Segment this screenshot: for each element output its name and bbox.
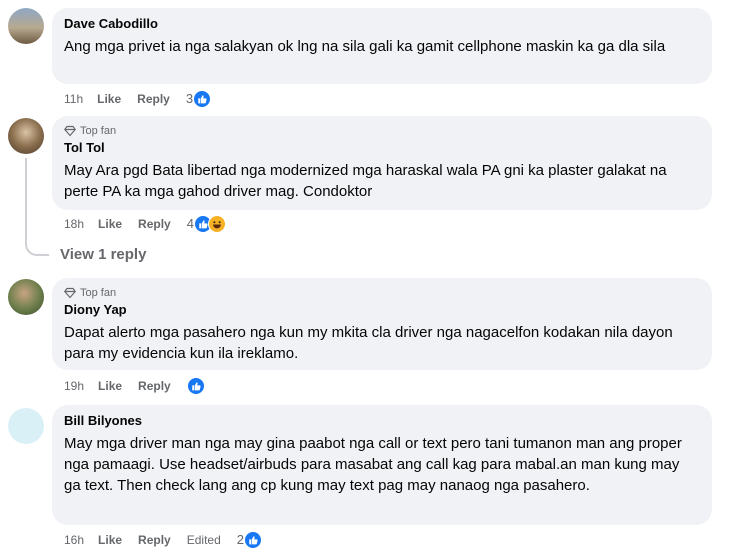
comment-text: Dapat alerto mga pasahero nga kun my mki… [64,324,673,362]
like-icon [186,377,205,395]
comment-actions: 11h Like Reply 3 [64,90,212,108]
reaction-count: 4 [186,216,194,231]
comment-actions: 16h Like Reply Edited 2 [64,531,262,549]
comment-author[interactable]: Bill Bilyones [64,413,700,429]
edited-label: Edited [186,533,221,547]
comment-time[interactable]: 11h [64,91,83,107]
avatar[interactable] [8,279,44,315]
comment-text: Ang mga privet ia nga salakyan ok lng na… [64,38,666,55]
diamond-icon [64,287,76,299]
reply-button[interactable]: Reply [138,378,171,394]
avatar[interactable] [8,8,44,44]
reaction-summary[interactable]: 4 [187,215,226,233]
top-fan-badge: Top fan [64,124,700,138]
top-fan-label: Top fan [80,125,117,137]
like-button[interactable]: Like [98,378,122,394]
reaction-summary[interactable] [186,377,205,395]
avatar[interactable] [8,118,44,154]
comment-author[interactable]: Tol Tol [64,140,700,156]
reaction-count: 3 [185,91,194,106]
top-fan-label: Top fan [80,287,117,299]
comment-actions: 19h Like Reply [64,377,205,395]
comment-bubble: Dave Cabodillo Ang mga privet ia nga sal… [52,8,712,84]
reply-button[interactable]: Reply [137,91,170,107]
comment-author[interactable]: Dave Cabodillo [64,16,700,32]
reaction-summary[interactable]: 2 [237,531,262,549]
like-icon [193,90,212,108]
like-button[interactable]: Like [98,216,122,232]
comment-time[interactable]: 19h [64,378,84,394]
comment-bubble: Top fan Tol Tol May Ara pgd Bata liberta… [52,116,712,210]
like-icon [244,531,262,549]
comment-text: May mga driver man nga may gina paabot n… [64,435,682,494]
comment-text: May Ara pgd Bata libertad nga modernized… [64,162,667,200]
haha-icon [207,215,226,233]
reply-button[interactable]: Reply [138,216,171,232]
view-replies-link[interactable]: View 1 reply [60,246,146,263]
comment-actions: 18h Like Reply 4 [64,215,226,233]
diamond-icon [64,125,76,137]
comment-bubble: Bill Bilyones May mga driver man nga may… [52,405,712,525]
reaction-summary[interactable]: 3 [185,90,212,108]
like-button[interactable]: Like [97,91,121,107]
reply-button[interactable]: Reply [138,532,171,548]
thread-connector [25,158,49,256]
comment-author[interactable]: Diony Yap [64,302,700,318]
reaction-count: 2 [236,532,244,547]
comment-bubble: Top fan Diony Yap Dapat alerto mga pasah… [52,278,712,370]
like-button[interactable]: Like [98,532,122,548]
comment-time[interactable]: 16h [64,532,84,548]
avatar[interactable] [8,408,44,444]
top-fan-badge: Top fan [64,286,700,300]
comment-time[interactable]: 18h [64,216,84,232]
